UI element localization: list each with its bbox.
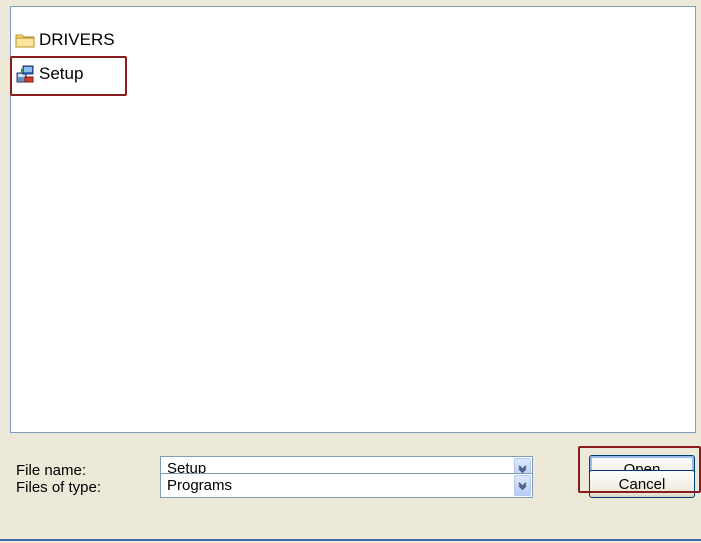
chevron-down-icon (518, 482, 527, 490)
folder-icon (15, 32, 35, 48)
file-name-label: File name: (16, 462, 87, 479)
file-item-label: DRIVERS (39, 30, 115, 49)
file-item-drivers[interactable]: DRIVERS (15, 28, 115, 52)
chevron-down-icon (518, 465, 527, 473)
setup-program-icon (15, 64, 35, 84)
file-type-dropdown-button[interactable] (514, 475, 531, 496)
file-type-label: Files of type: (16, 479, 102, 496)
file-item-label: Setup (39, 64, 84, 83)
file-type-value: Programs (167, 477, 233, 494)
cancel-button[interactable]: Cancel (589, 470, 695, 498)
dialog-bottom-border (0, 539, 701, 541)
file-list-pane[interactable]: DRIVERS Setup (10, 6, 696, 433)
file-item-setup[interactable]: Setup (15, 62, 83, 86)
file-type-combobox[interactable]: Programs (160, 473, 533, 498)
